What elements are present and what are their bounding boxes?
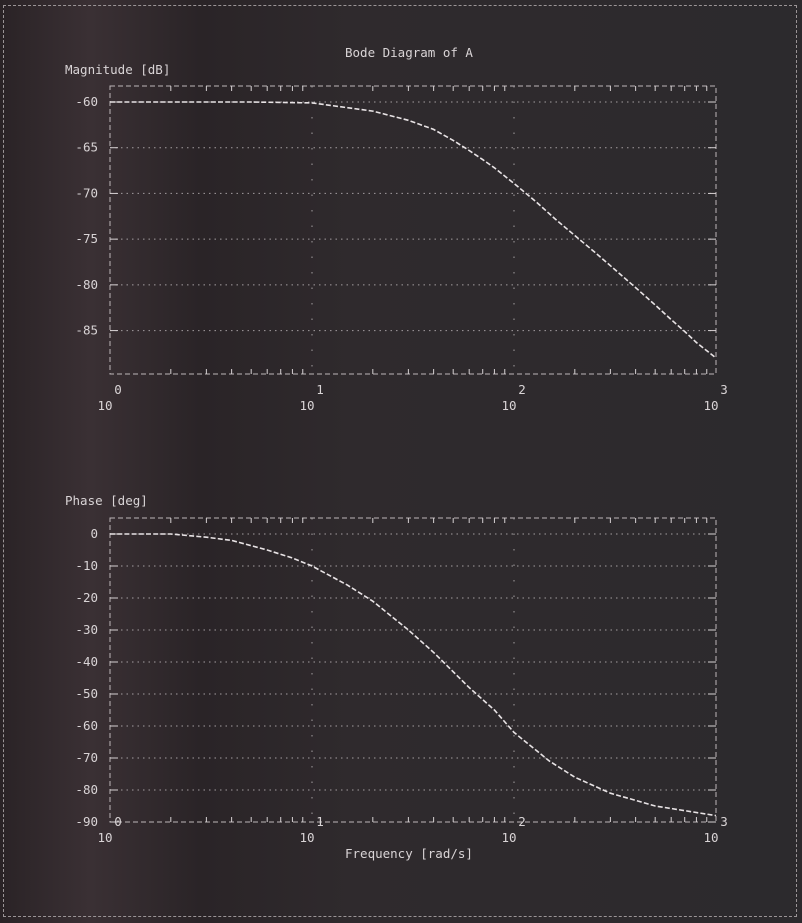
- x-tick-label: 10: [299, 398, 314, 413]
- x-tick-label: 10: [501, 830, 516, 845]
- y-tick-label: -75: [75, 231, 98, 246]
- y-tick-label: -50: [75, 686, 98, 701]
- x-tick-exponent: 1: [316, 382, 324, 397]
- series-line-0: [110, 533, 717, 817]
- y-tick-label: -60: [75, 718, 98, 733]
- x-tick-label: 10: [703, 830, 718, 845]
- series-line-0: [110, 101, 717, 359]
- y-tick-label: -65: [75, 140, 98, 155]
- y-tick-label: 0: [90, 526, 98, 541]
- x-tick-exponent: 2: [518, 814, 526, 829]
- y-tick-label: -85: [75, 323, 98, 338]
- x-tick-label: 10: [97, 830, 112, 845]
- x-tick-exponent: 2: [518, 382, 526, 397]
- y-tick-label: -30: [75, 622, 98, 637]
- plot-0: [109, 85, 717, 375]
- bode-plots: -60-65-70-75-80-851001011021030-10-20-30…: [75, 85, 728, 845]
- y-tick-label: -70: [75, 750, 98, 765]
- y-tick-label: -20: [75, 590, 98, 605]
- x-tick-label: 10: [703, 398, 718, 413]
- x-tick-label: 10: [299, 830, 314, 845]
- x-tick-exponent: 3: [720, 814, 728, 829]
- y-tick-label: -80: [75, 277, 98, 292]
- x-tick-exponent: 1: [316, 814, 324, 829]
- y-tick-label: -10: [75, 558, 98, 573]
- y-tick-label: -60: [75, 94, 98, 109]
- plot-1: [109, 517, 717, 823]
- plot-frame: [109, 517, 717, 823]
- x-tick-label: 10: [97, 398, 112, 413]
- x-tick-exponent: 0: [114, 814, 122, 829]
- x-tick-exponent: 3: [720, 382, 728, 397]
- y-tick-label: -70: [75, 185, 98, 200]
- y-tick-label: -90: [75, 814, 98, 829]
- x-tick-label: 10: [501, 398, 516, 413]
- x-tick-exponent: 0: [114, 382, 122, 397]
- y-tick-label: -80: [75, 782, 98, 797]
- y-tick-label: -40: [75, 654, 98, 669]
